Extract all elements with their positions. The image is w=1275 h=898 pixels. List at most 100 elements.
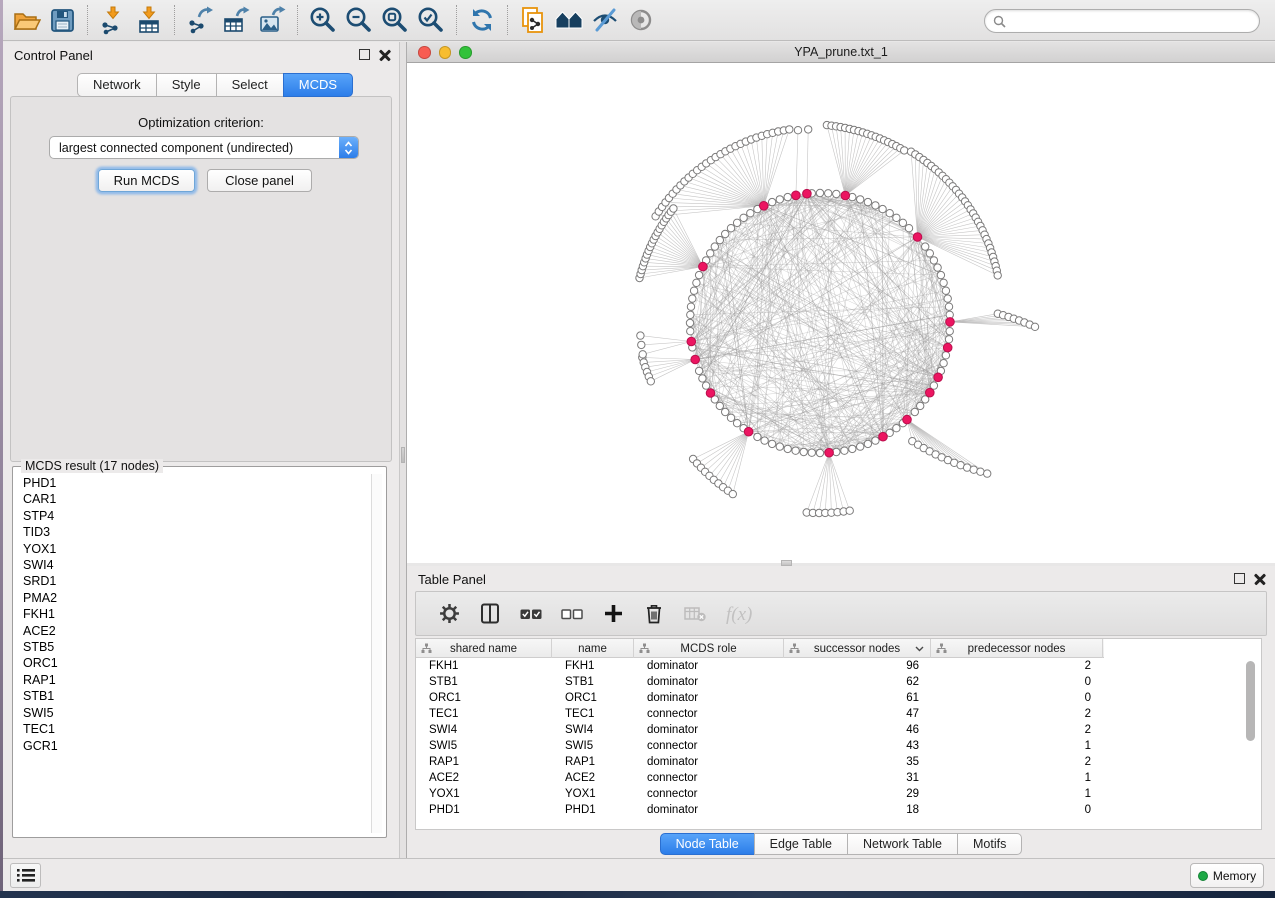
mcds-result-item[interactable]: SWI4: [14, 557, 370, 573]
network-node[interactable]: [670, 205, 677, 212]
refresh-button[interactable]: [464, 3, 500, 37]
network-node[interactable]: [944, 295, 951, 302]
network-node[interactable]: [926, 250, 933, 257]
save-session-button[interactable]: [44, 3, 80, 37]
network-node[interactable]: [872, 202, 879, 209]
network-node[interactable]: [994, 272, 1001, 279]
run-mcds-button[interactable]: Run MCDS: [98, 169, 195, 192]
function-builder-button[interactable]: f(x): [724, 602, 758, 626]
table-row[interactable]: STB1STB1dominator620: [416, 674, 1261, 690]
network-node[interactable]: [784, 193, 791, 200]
network-node[interactable]: [857, 443, 864, 450]
network-node[interactable]: [722, 408, 729, 415]
vertical-splitter[interactable]: [399, 42, 407, 858]
network-node[interactable]: [716, 236, 723, 243]
network-node[interactable]: [857, 196, 864, 203]
network-node[interactable]: [864, 440, 871, 447]
zoom-fit-button[interactable]: [377, 3, 413, 37]
close-panel-button[interactable]: Close panel: [207, 169, 312, 192]
network-node[interactable]: [940, 360, 947, 367]
network-node[interactable]: [733, 219, 740, 226]
search-field[interactable]: [984, 9, 1260, 33]
add-column-button[interactable]: [601, 602, 625, 626]
network-node[interactable]: [740, 214, 747, 221]
mcds-result-item[interactable]: STB1: [14, 688, 370, 704]
network-node[interactable]: [846, 507, 853, 514]
network-node[interactable]: [945, 336, 952, 343]
mcds-result-item[interactable]: STB5: [14, 639, 370, 655]
deselect-all-button[interactable]: [560, 602, 584, 626]
mcds-hub-node[interactable]: [946, 318, 955, 327]
tab-mcds[interactable]: MCDS: [283, 73, 353, 97]
open-file-button[interactable]: [8, 3, 44, 37]
network-node[interactable]: [945, 303, 952, 310]
new-network-from-selection-button[interactable]: [515, 3, 551, 37]
network-node[interactable]: [722, 230, 729, 237]
network-node[interactable]: [934, 264, 941, 271]
network-node[interactable]: [689, 295, 696, 302]
mcds-result-item[interactable]: RAP1: [14, 672, 370, 688]
column-header-successor-nodes[interactable]: successor nodes: [784, 639, 931, 658]
mcds-hub-node[interactable]: [934, 373, 943, 382]
network-node[interactable]: [901, 147, 908, 154]
network-node[interactable]: [940, 279, 947, 286]
column-header-shared-name[interactable]: shared name: [416, 639, 552, 658]
network-node[interactable]: [686, 319, 693, 326]
mcds-hub-node[interactable]: [706, 389, 715, 398]
network-node[interactable]: [825, 190, 832, 197]
delete-table-button[interactable]: [683, 602, 707, 626]
network-node[interactable]: [899, 219, 906, 226]
close-panel-icon[interactable]: [1254, 573, 1266, 585]
mcds-result-item[interactable]: GCR1: [14, 738, 370, 754]
column-header-name[interactable]: name: [552, 639, 634, 658]
export-table-button[interactable]: [218, 3, 254, 37]
mcds-hub-node[interactable]: [792, 191, 801, 200]
network-node[interactable]: [695, 271, 702, 278]
network-node[interactable]: [639, 351, 646, 358]
import-table-button[interactable]: [131, 3, 167, 37]
network-node[interactable]: [647, 378, 654, 385]
network-node[interactable]: [733, 420, 740, 427]
network-node[interactable]: [747, 210, 754, 217]
network-node[interactable]: [849, 445, 856, 452]
export-network-button[interactable]: [182, 3, 218, 37]
column-header-predecessor-nodes[interactable]: predecessor nodes: [931, 639, 1103, 658]
network-node[interactable]: [864, 198, 871, 205]
export-image-button[interactable]: [254, 3, 290, 37]
table-row[interactable]: SWI5SWI5connector431: [416, 738, 1261, 754]
network-node[interactable]: [816, 189, 823, 196]
tab-motifs[interactable]: Motifs: [957, 833, 1022, 855]
network-node[interactable]: [702, 382, 709, 389]
network-node[interactable]: [937, 271, 944, 278]
table-row[interactable]: SWI4SWI4dominator462: [416, 722, 1261, 738]
table-row[interactable]: YOX1YOX1connector291: [416, 786, 1261, 802]
tab-node-table[interactable]: Node Table: [660, 833, 755, 855]
mcds-result-item[interactable]: ORC1: [14, 655, 370, 671]
mcds-hub-node[interactable]: [691, 355, 700, 364]
network-node[interactable]: [761, 437, 768, 444]
network-node[interactable]: [693, 279, 700, 286]
network-node[interactable]: [942, 287, 949, 294]
network-node[interactable]: [727, 414, 734, 421]
mcds-hub-node[interactable]: [913, 233, 922, 242]
delete-columns-button[interactable]: [642, 602, 666, 626]
close-panel-icon[interactable]: [379, 49, 391, 61]
network-node[interactable]: [1031, 323, 1038, 330]
mcds-result-item[interactable]: TID3: [14, 524, 370, 540]
table-row[interactable]: ACE2ACE2connector311: [416, 770, 1261, 786]
network-node[interactable]: [716, 402, 723, 409]
mcds-hub-node[interactable]: [879, 432, 888, 441]
toggle-panel-mode-button[interactable]: [478, 602, 502, 626]
zoom-selected-button[interactable]: [413, 3, 449, 37]
network-node[interactable]: [893, 214, 900, 221]
table-row[interactable]: RAP1RAP1dominator352: [416, 754, 1261, 770]
mcds-result-item[interactable]: SRD1: [14, 573, 370, 589]
network-node[interactable]: [833, 190, 840, 197]
show-all-button[interactable]: [623, 3, 659, 37]
network-node[interactable]: [922, 243, 929, 250]
mcds-result-item[interactable]: FKH1: [14, 606, 370, 622]
table-row[interactable]: FKH1FKH1dominator962: [416, 658, 1261, 674]
network-node[interactable]: [816, 449, 823, 456]
mcds-hub-node[interactable]: [926, 388, 935, 397]
network-node[interactable]: [911, 408, 918, 415]
